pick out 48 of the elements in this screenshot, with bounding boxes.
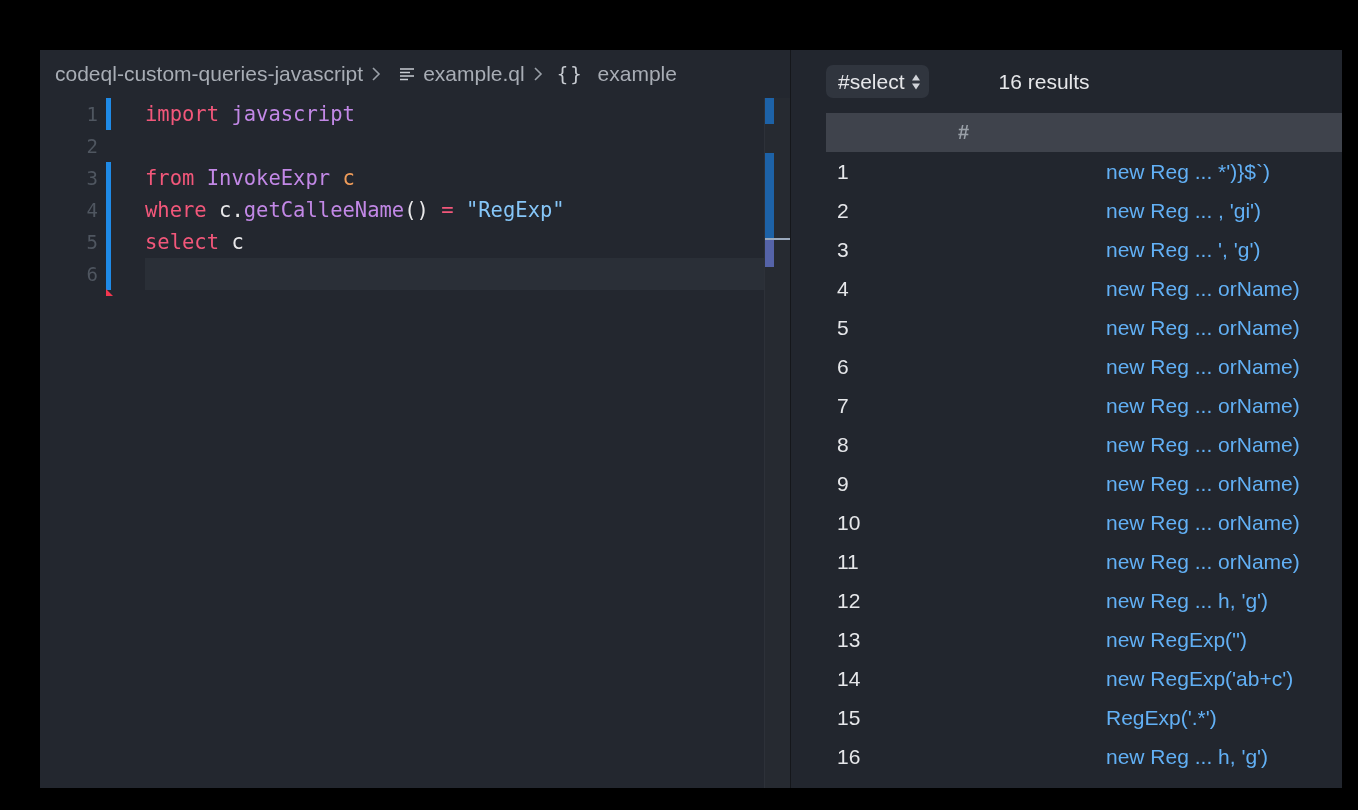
chevron-right-icon <box>371 66 382 82</box>
row-number: 16 <box>836 744 862 769</box>
row-number: 13 <box>836 627 862 652</box>
breadcrumb-item[interactable]: example <box>597 62 677 86</box>
code-line: from InvokeExpr c <box>145 166 355 190</box>
row-number: 4 <box>836 276 850 301</box>
row-number: 7 <box>836 393 850 418</box>
lines-icon <box>399 66 416 82</box>
row-number: 5 <box>836 315 850 340</box>
chevron-right-icon <box>532 66 543 82</box>
row-number: 10 <box>836 510 862 535</box>
code-line: import javascript <box>145 102 355 126</box>
result-link[interactable]: new Reg ... orName) <box>1106 471 1300 496</box>
result-link[interactable]: new Reg ... orName) <box>1106 432 1300 457</box>
column-header[interactable]: # <box>958 121 970 144</box>
result-link[interactable]: new Reg ... orName) <box>1106 510 1300 535</box>
result-link[interactable]: new RegExp('ab+c') <box>1106 666 1294 691</box>
result-link[interactable]: new Reg ... orName) <box>1106 354 1300 379</box>
result-set-dropdown[interactable]: #select <box>826 65 929 98</box>
result-link[interactable]: new Reg ... orName) <box>1106 393 1300 418</box>
row-number: 3 <box>836 237 850 262</box>
error-corner-icon <box>106 289 113 296</box>
result-link[interactable]: new Reg ... h, 'g') <box>1106 744 1269 769</box>
row-number: 8 <box>836 432 850 457</box>
row-number: 2 <box>836 198 850 223</box>
result-link[interactable]: new Reg ... orName) <box>1106 315 1300 340</box>
braces-icon: {} <box>556 63 584 85</box>
breadcrumb-item[interactable]: codeql-custom-queries-javascript <box>55 62 364 86</box>
result-link[interactable]: new Reg ... *')}$`) <box>1106 159 1270 184</box>
code-line: select c <box>145 230 244 254</box>
result-count: 16 results <box>998 69 1090 94</box>
result-link[interactable]: new Reg ... ', 'g') <box>1106 237 1261 262</box>
result-link[interactable]: new Reg ... orName) <box>1106 549 1300 574</box>
row-number: 14 <box>836 666 862 691</box>
result-link[interactable]: new Reg ... orName) <box>1106 276 1300 301</box>
code-line: where c.getCalleeName() = "RegExp" <box>145 198 565 222</box>
row-number: 6 <box>836 354 850 379</box>
row-number: 9 <box>836 471 850 496</box>
row-number: 11 <box>836 549 860 574</box>
result-link[interactable]: new Reg ... , 'gi') <box>1106 198 1262 223</box>
up-down-arrows-icon <box>910 72 921 91</box>
row-number: 1 <box>836 159 850 184</box>
row-number: 12 <box>836 588 862 613</box>
result-link[interactable]: RegExp('.*') <box>1106 705 1217 730</box>
result-link[interactable]: new Reg ... h, 'g') <box>1106 588 1269 613</box>
breadcrumb-item[interactable]: example.ql <box>423 62 525 86</box>
result-link[interactable]: new RegExp('') <box>1106 627 1248 652</box>
row-number: 15 <box>836 705 862 730</box>
